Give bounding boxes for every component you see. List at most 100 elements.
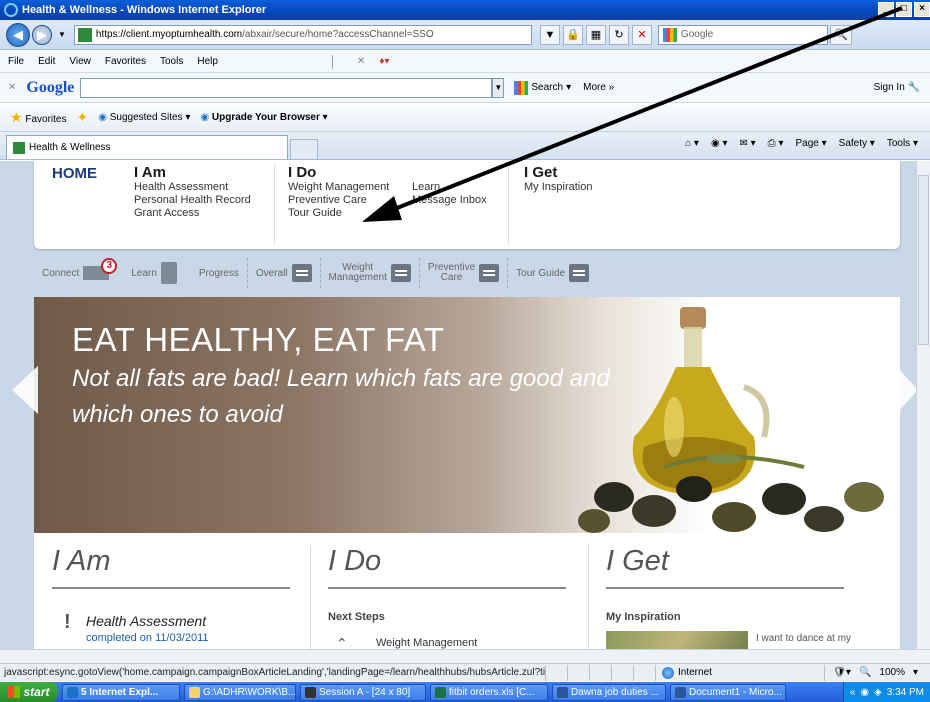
google-more-button[interactable]: More » (583, 82, 614, 93)
close-google-toolbar-icon[interactable]: ✕ (8, 82, 16, 93)
chevron-up-icon[interactable]: ⌃ (336, 635, 348, 649)
close-toolbar-icon[interactable]: ✕ (357, 56, 365, 67)
weight-management-progress-button[interactable]: Weight Management (321, 258, 419, 288)
forward-button[interactable]: ▶ (32, 24, 52, 45)
mail-icon[interactable]: ✉ ▾ (739, 138, 755, 149)
home-icon[interactable]: ⌂ ▾ (685, 138, 699, 149)
nav-link-grant-access[interactable]: Grant Access (134, 207, 251, 220)
google-dropdown-icon[interactable]: ▼ (492, 77, 505, 98)
command-tools[interactable]: Tools ▾ (887, 138, 918, 149)
upgrade-browser-label: Upgrade Your Browser (211, 112, 320, 123)
zoom-control[interactable]: 🛡▾ 🔍 100% ▾ (824, 664, 930, 681)
health-assessment-link[interactable]: Health Assessment (86, 613, 206, 629)
url-prefix: https://client. (95, 29, 153, 40)
compatibility-view-icon[interactable]: ▦ (585, 24, 606, 45)
nav-link-weight-management[interactable]: Weight Management (288, 181, 389, 194)
menu-view[interactable]: View (69, 56, 91, 67)
feeds-icon[interactable]: ◉ ▾ (711, 138, 728, 149)
menu-favorites[interactable]: Favorites (105, 56, 146, 67)
menu-tools[interactable]: Tools (160, 56, 183, 67)
preventive-care-progress-button[interactable]: Preventive Care (420, 258, 507, 288)
carousel-prev-button[interactable] (12, 366, 38, 414)
nav-link-tour-guide[interactable]: Tour Guide (288, 207, 389, 220)
nav-link-message-inbox[interactable]: Message Inbox (412, 194, 487, 207)
nav-link-my-inspiration[interactable]: My Inspiration (524, 181, 592, 194)
tab-health-wellness[interactable]: Health & Wellness (6, 135, 288, 159)
windows-taskbar: start 5 Internet Expl... G:\ADHR\WORK\B.… (0, 682, 930, 702)
scrollbar-thumb[interactable] (918, 175, 929, 345)
start-button[interactable]: start (0, 682, 58, 702)
tab-bar: Health & Wellness ⌂ ▾ ◉ ▾ ✉ ▾ ⎙ ▾ Page ▾… (0, 132, 930, 160)
menu-edit[interactable]: Edit (38, 56, 55, 67)
taskbar-item-excel[interactable]: fitbit orders.xls [C... (430, 683, 548, 701)
favorites-label: Favorites (25, 114, 67, 125)
command-page[interactable]: Page ▾ (795, 138, 826, 149)
minimize-button[interactable]: _ (878, 2, 894, 17)
url-dropdown-icon[interactable]: ▼ (539, 24, 560, 45)
nav-link-personal-health-record[interactable]: Personal Health Record (134, 194, 251, 207)
ie-upgrade-icon: ◉ (200, 112, 210, 123)
olives-image (578, 454, 884, 533)
refresh-icon[interactable]: ↻ (608, 24, 629, 45)
google-search-input[interactable] (80, 77, 493, 98)
suggested-sites-button[interactable]: ◉ Suggested Sites ▾ (98, 112, 190, 123)
menu-help[interactable]: Help (197, 56, 218, 67)
browser-search-input[interactable]: Google (657, 24, 828, 45)
card-heading-i-am: I Am (52, 545, 111, 577)
google-search-button[interactable]: Search ▾ (514, 80, 571, 95)
home-link[interactable]: HOME (52, 165, 97, 182)
back-button[interactable]: ◀ (6, 22, 30, 47)
google-signin-button[interactable]: Sign In 🔧 (874, 82, 920, 93)
ie-small-icon: ◉ (98, 112, 107, 123)
taskbar-item-dawna[interactable]: Dawna job duties ... (552, 683, 666, 701)
new-tab-button[interactable] (290, 139, 318, 159)
progress-button[interactable]: Progress (191, 258, 247, 288)
vertical-scrollbar[interactable] (916, 161, 930, 649)
horizontal-scrollbar[interactable] (0, 649, 930, 663)
taskbar-item-ie[interactable]: 5 Internet Expl... (62, 683, 180, 701)
learn-label: Learn (131, 267, 157, 279)
taskbar-item-word[interactable]: Document1 - Micro... (670, 683, 786, 701)
inspiration-image[interactable] (606, 631, 748, 649)
window-title: Health & Wellness - Windows Internet Exp… (22, 4, 267, 16)
history-dropdown-icon[interactable]: ▼ (58, 30, 66, 39)
tray-expand-icon[interactable]: « (850, 687, 856, 698)
maximize-button[interactable]: □ (896, 2, 912, 17)
overall-button[interactable]: Overall (248, 258, 320, 288)
google-search-label: Search (531, 82, 564, 93)
stop-icon[interactable]: ✕ (631, 24, 652, 45)
carousel-next-button[interactable] (896, 366, 916, 414)
lock-icon[interactable]: 🔒 (562, 24, 583, 45)
tour-guide-progress-button[interactable]: Tour Guide (508, 258, 597, 288)
url-field[interactable]: https://client. myoptumhealth.com/abxair/… (73, 24, 532, 45)
add-favorite-icon[interactable]: ✦ (76, 109, 88, 126)
excel-icon (435, 686, 446, 698)
star-icon: ★ (10, 109, 23, 125)
health-assessment-date: completed on 11/03/2011 (86, 632, 209, 644)
nav-link-preventive-care[interactable]: Preventive Care (288, 194, 389, 207)
google-logo: Google (26, 78, 75, 96)
tray-network-icon[interactable]: ◈ (874, 687, 882, 698)
connect-button[interactable]: Connect 3 (34, 258, 118, 288)
progress-bar-icon (569, 264, 590, 282)
close-button[interactable]: × (914, 2, 930, 17)
nav-link-health-assessment[interactable]: Health Assessment (134, 181, 251, 194)
print-icon[interactable]: ⎙ ▾ (768, 138, 784, 149)
next-step-weight-management[interactable]: Weight Management (376, 637, 477, 649)
hero-banner[interactable]: EAT HEALTHY, EAT FAT Not all fats are ba… (34, 297, 900, 533)
favorites-button[interactable]: ★ Favorites (10, 109, 66, 126)
progress-bar-icon (390, 264, 411, 282)
taskbar-item-folder[interactable]: G:\ADHR\WORK\B... (184, 683, 296, 701)
upgrade-browser-button[interactable]: ◉ Upgrade Your Browser ▾ (200, 112, 327, 123)
inspiration-quote: I want to dance at my (756, 633, 852, 644)
learn-button[interactable]: Learn (123, 258, 185, 288)
search-icon[interactable]: 🔍 (829, 24, 852, 45)
nav-column-i-do: I Do Weight Management Preventive Care T… (288, 165, 389, 220)
tray-app-icon[interactable]: ◉ (860, 687, 869, 698)
command-safety[interactable]: Safety ▾ (839, 138, 875, 149)
taskbar-item-session[interactable]: Session A - [24 x 80] (300, 683, 426, 701)
addon-icon[interactable]: ♦▾ (379, 56, 389, 67)
menu-file[interactable]: File (8, 56, 24, 67)
nav-link-learn[interactable]: Learn (412, 181, 487, 194)
security-zone[interactable]: Internet (655, 664, 795, 681)
